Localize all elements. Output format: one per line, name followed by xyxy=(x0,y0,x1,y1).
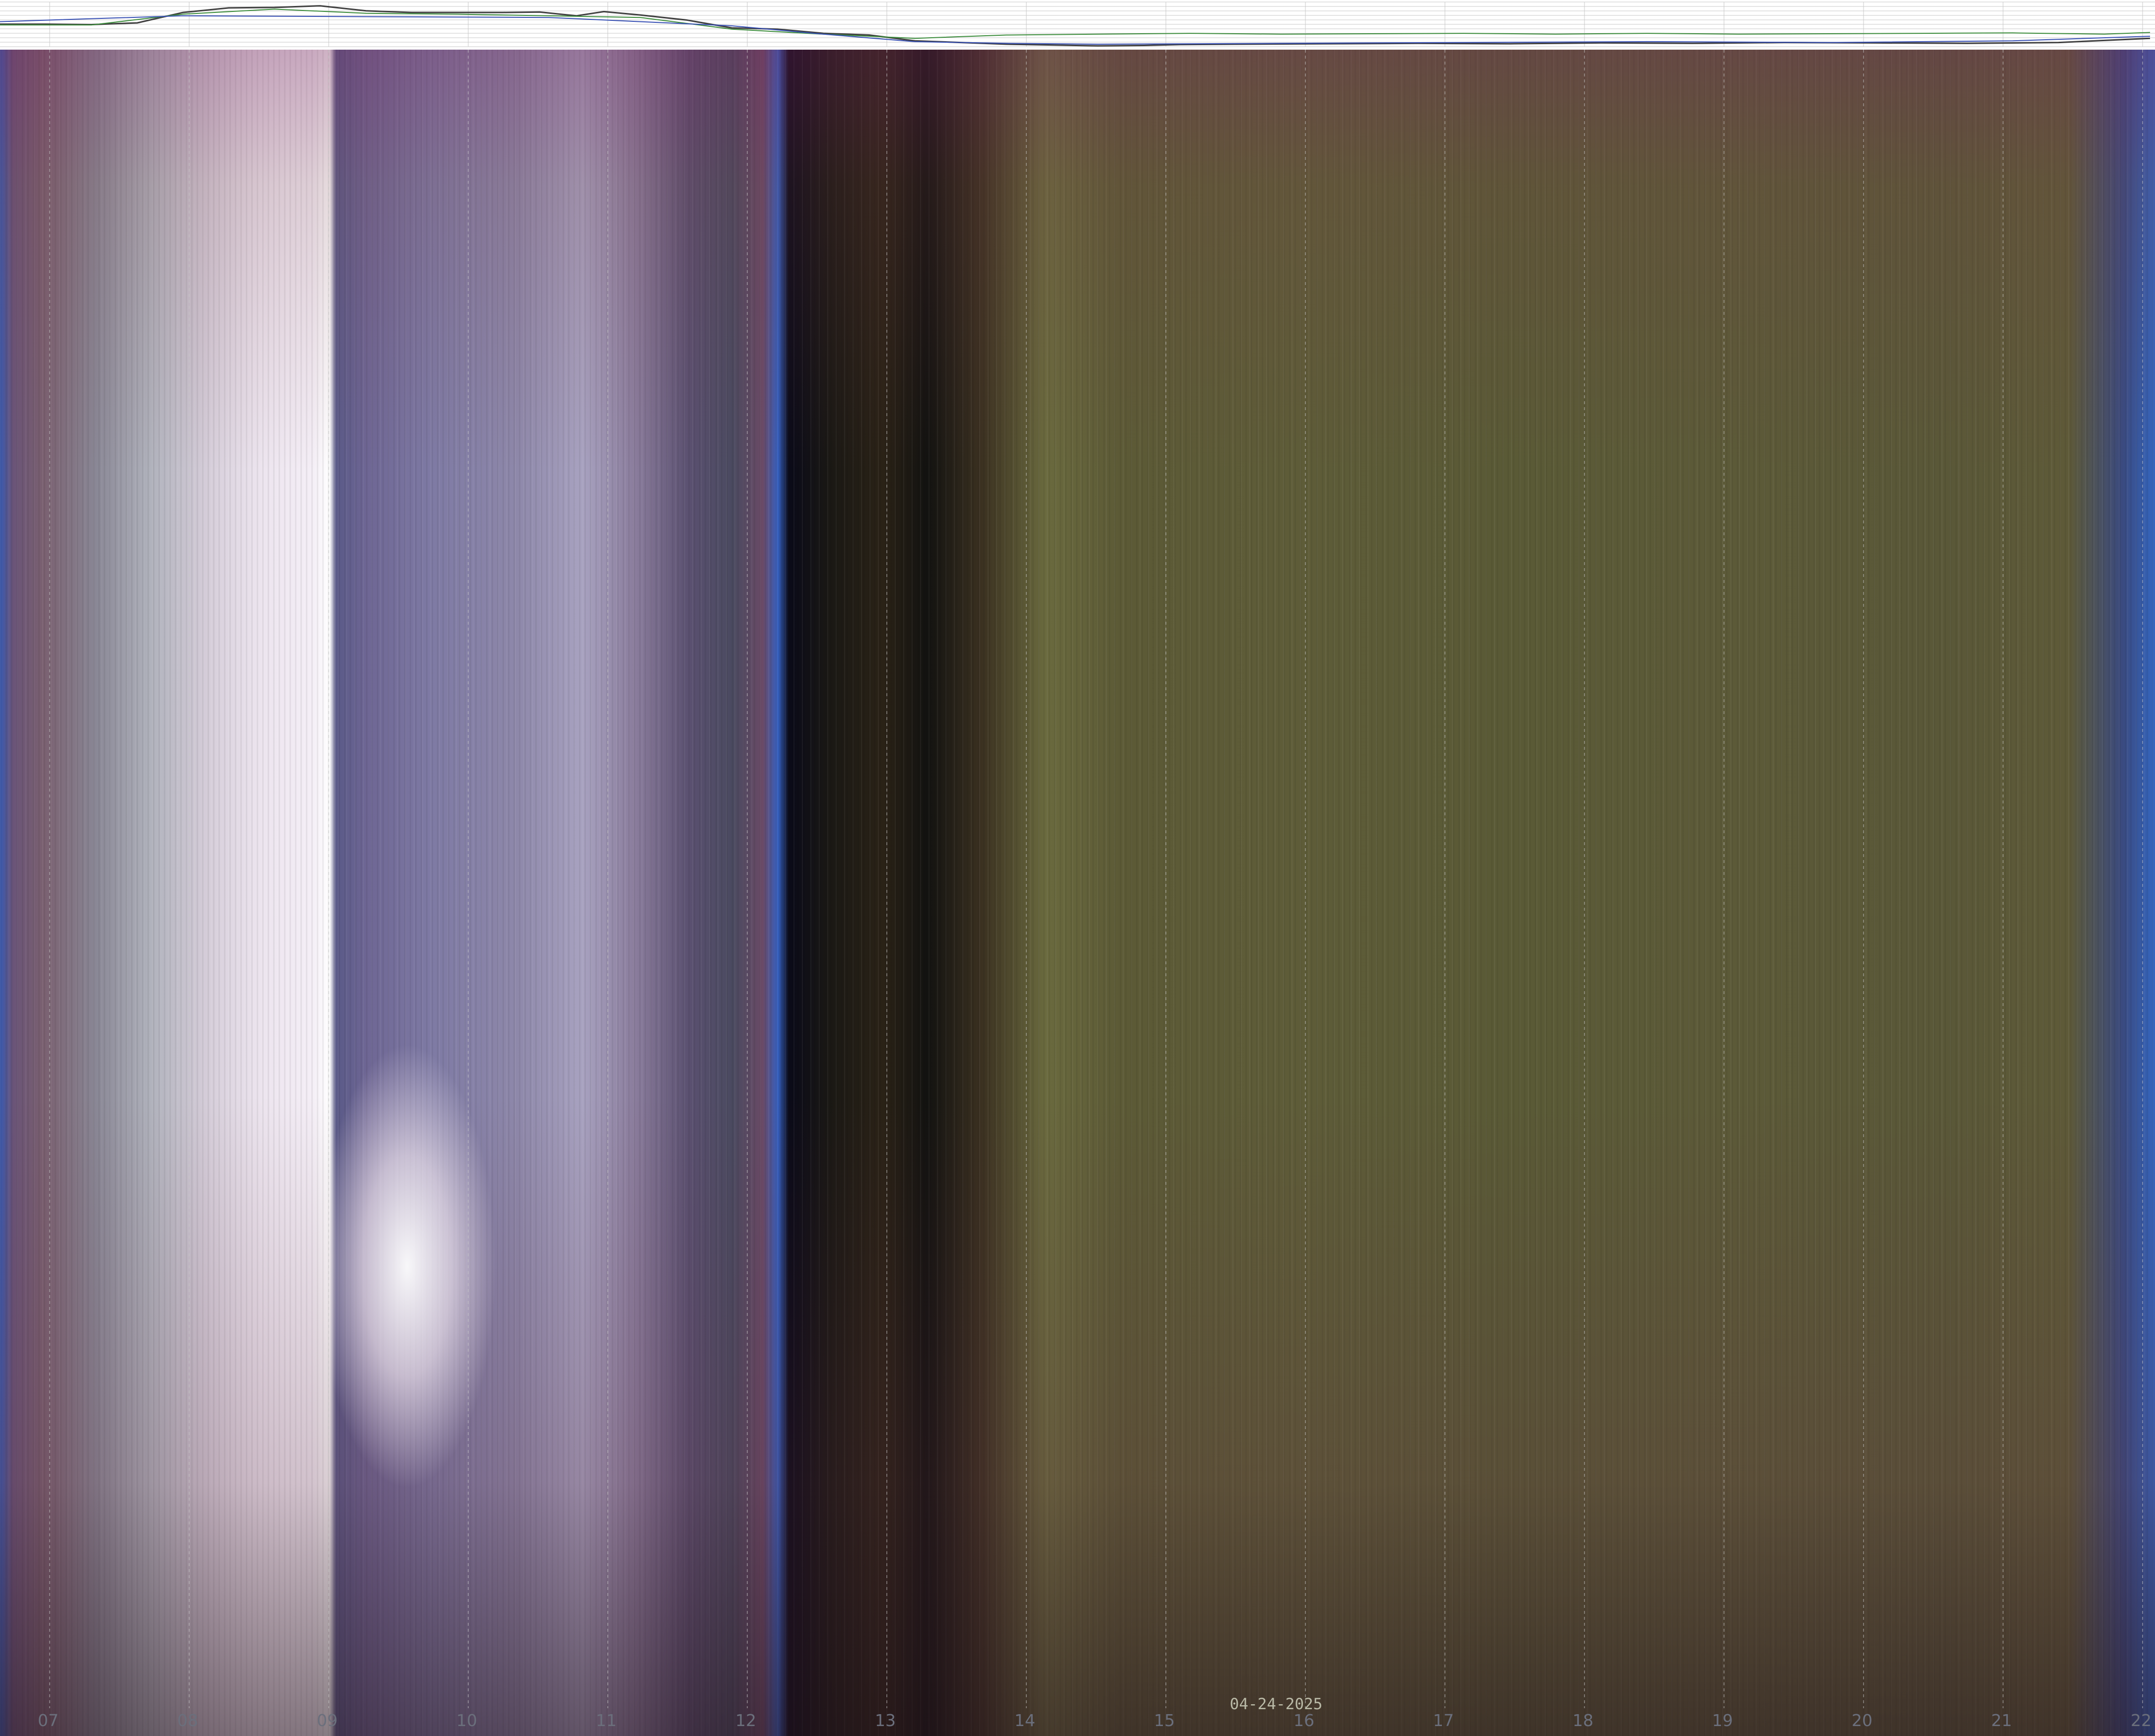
hour-tick-label: 17 xyxy=(1433,1711,1454,1730)
hour-tick-label: 22 xyxy=(2131,1711,2152,1730)
hour-tick-label: 12 xyxy=(735,1711,756,1730)
hour-tick-label: 14 xyxy=(1014,1711,1035,1730)
hour-tick-label: 15 xyxy=(1154,1711,1175,1730)
hour-tick-label: 11 xyxy=(596,1711,617,1730)
hour-tick-label: 08 xyxy=(177,1711,198,1730)
hour-tick-label: 21 xyxy=(1991,1711,2012,1730)
hour-tick-label: 18 xyxy=(1573,1711,1593,1730)
hour-tick-label: 07 xyxy=(38,1711,59,1730)
hour-tick-label: 20 xyxy=(1852,1711,1872,1730)
hour-tick-label: 13 xyxy=(875,1711,896,1730)
hour-tick-label: 10 xyxy=(456,1711,477,1730)
date-label: 04-24-2025 xyxy=(1230,1695,1323,1713)
hour-grid-overlay: 0708091011121314151617181920212223000102… xyxy=(38,50,2152,1730)
hour-tick-label: 16 xyxy=(1293,1711,1314,1730)
hour-tick-label: 09 xyxy=(317,1711,338,1730)
hour-tick-label: 19 xyxy=(1712,1711,1733,1730)
